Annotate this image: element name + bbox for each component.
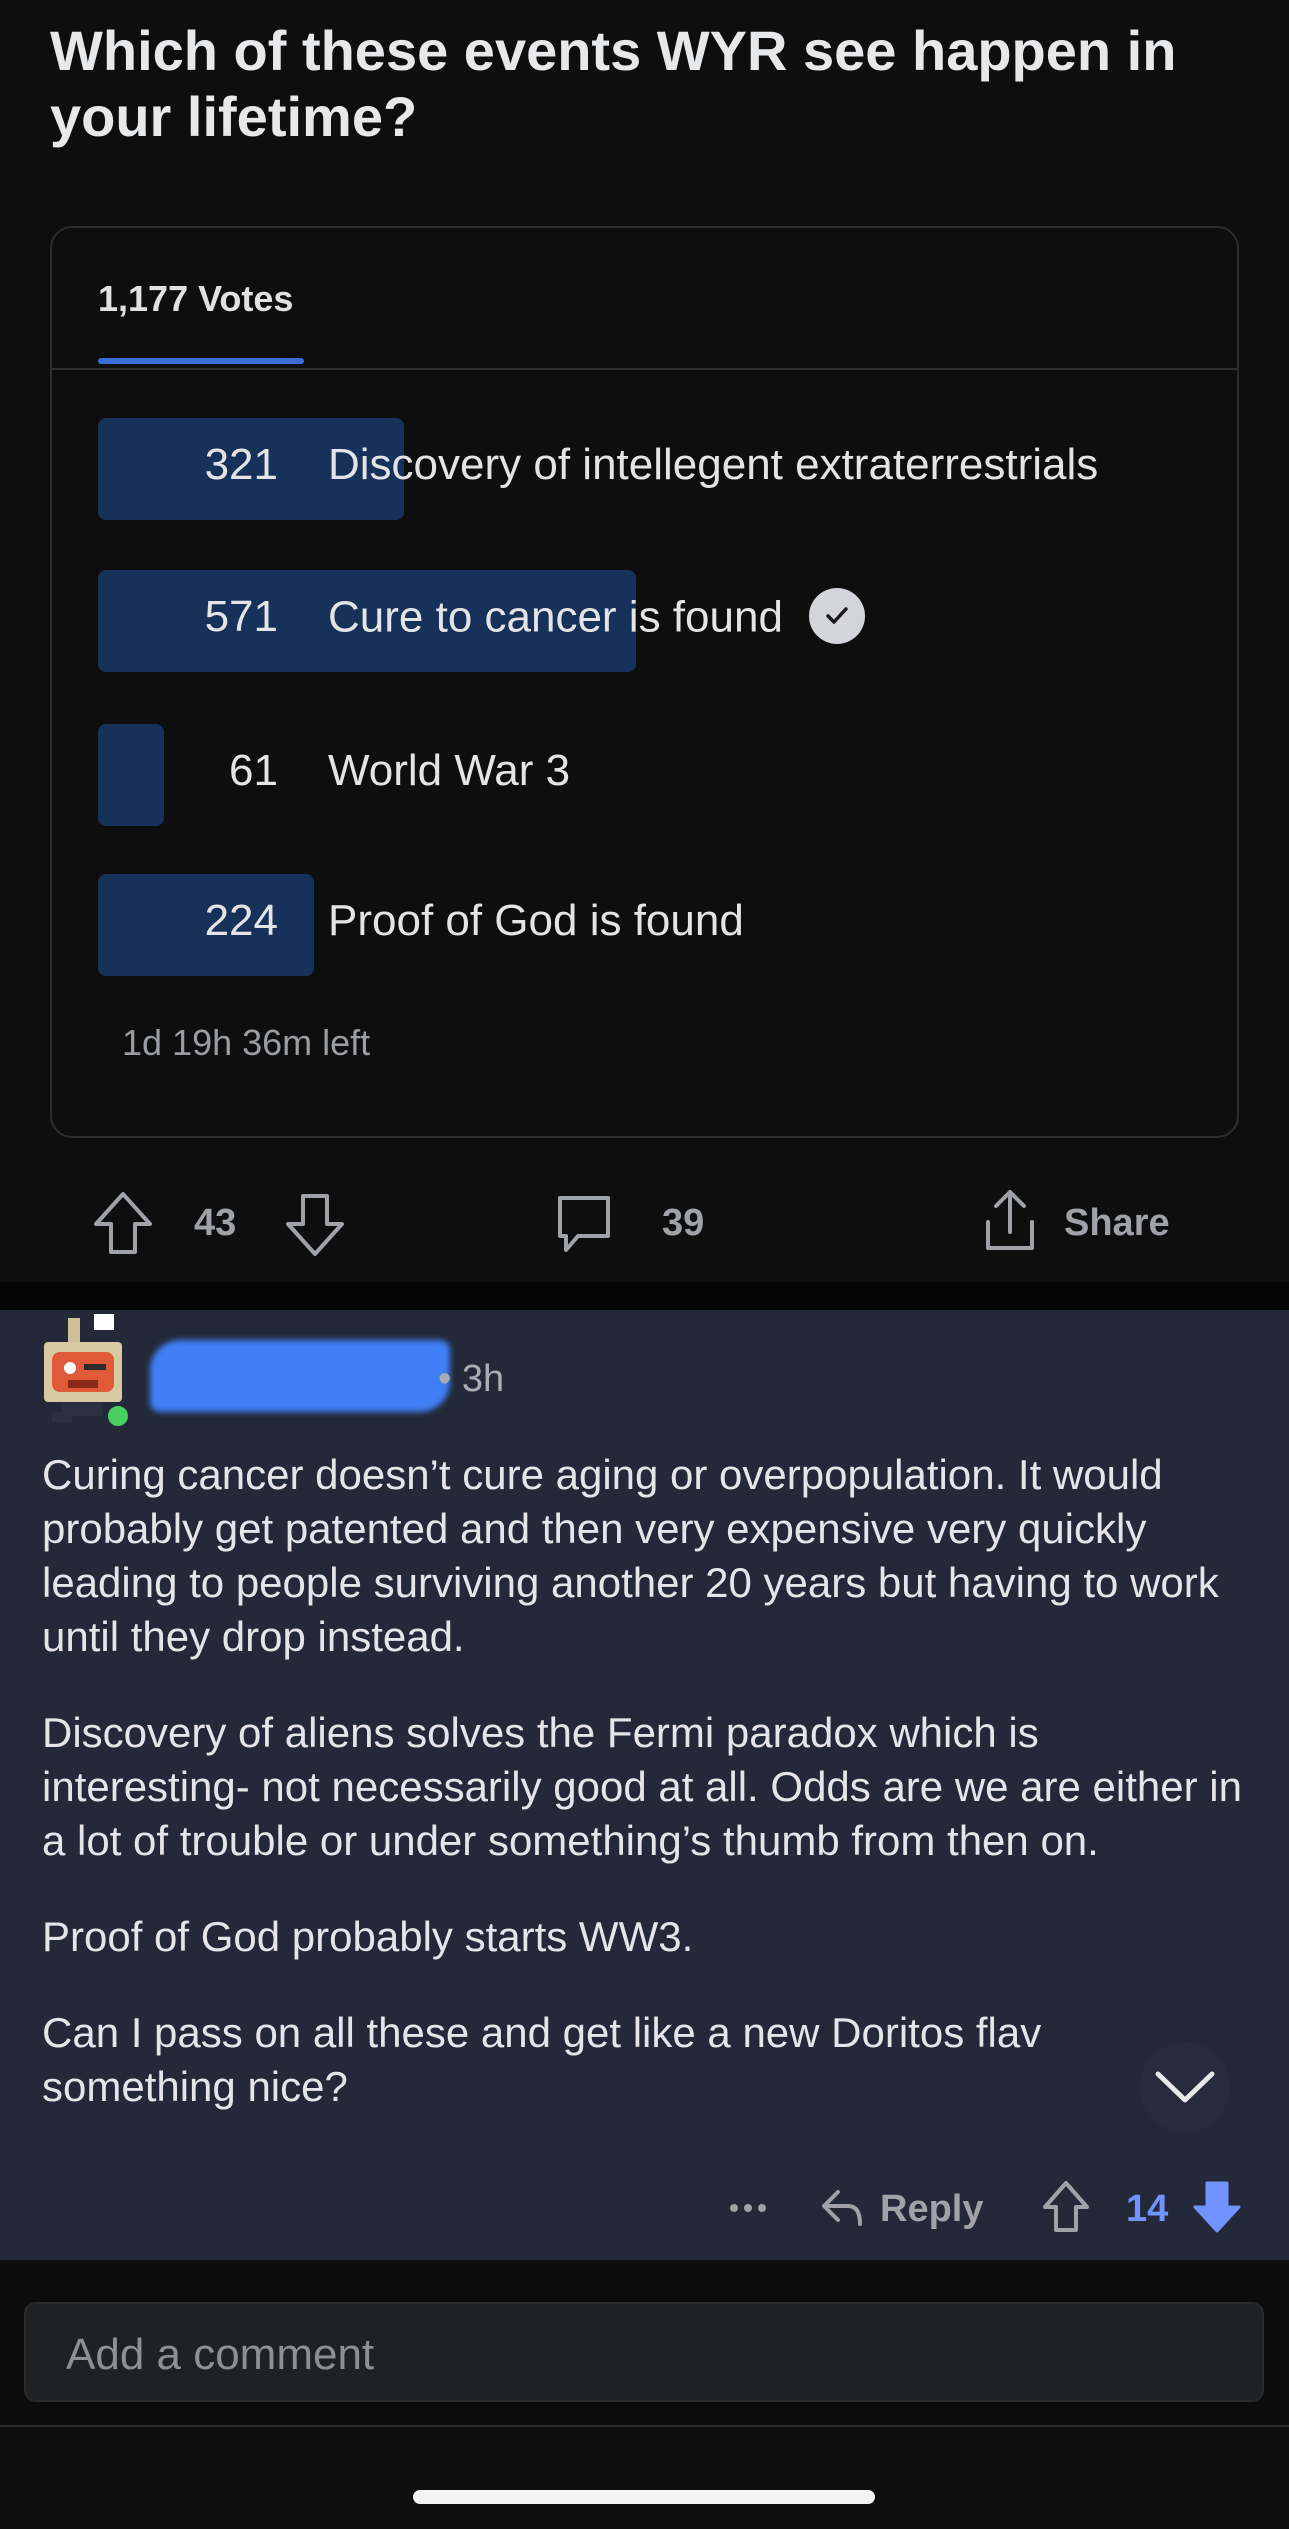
divider — [52, 368, 1237, 370]
reply-icon[interactable] — [818, 2184, 866, 2232]
poll-option-count: 61 — [229, 746, 278, 795]
share-button[interactable]: Share — [1064, 1202, 1170, 1245]
poll-option-1[interactable]: 321 Discovery of intellegent extraterres… — [98, 418, 1178, 520]
poll-option-4[interactable]: 224 Proof of God is found — [98, 874, 1178, 976]
comment-score: 14 — [1126, 2188, 1169, 2230]
poll-option-label: Discovery of intellegent extraterrestria… — [328, 440, 1099, 489]
poll-option-label: World War 3 — [328, 746, 571, 795]
comment-paragraph: Proof of God probably starts WW3. — [42, 1913, 694, 1960]
divider — [0, 2425, 1289, 2427]
comment-count: 39 — [662, 1202, 705, 1244]
comment-body: Curing cancer doesn’t cure aging or over… — [42, 1448, 1252, 2156]
tab-underline — [98, 358, 304, 364]
poll-option-count: 571 — [204, 592, 278, 641]
post-title[interactable]: Which of these events WYR see happen in … — [50, 18, 1230, 150]
checkmark-icon — [808, 588, 865, 644]
poll-votes-tab[interactable]: 1,177 Votes — [98, 278, 293, 320]
poll-option-label: Proof of God is found — [328, 896, 744, 945]
upvote-count: 43 — [194, 1202, 237, 1244]
poll-time-left: 1d 19h 36m left — [122, 1022, 371, 1063]
poll-card: 1,177 Votes 321 Discovery of intellegent… — [50, 226, 1239, 1138]
comment-action-bar: Reply 14 — [0, 2178, 1289, 2242]
poll-option-2[interactable]: 571 Cure to cancer is found — [98, 570, 1178, 672]
comment-paragraph: Curing cancer doesn’t cure aging or over… — [42, 1451, 1219, 1660]
poll-option-3[interactable]: 61 World War 3 — [98, 724, 1178, 826]
home-indicator[interactable] — [413, 2490, 875, 2504]
reply-button[interactable]: Reply — [880, 2188, 983, 2231]
poll-option-label: Cure to cancer is found — [328, 592, 783, 642]
downvote-icon[interactable] — [1192, 2180, 1242, 2234]
poll-option-label-wrap: Cure to cancer is found — [328, 588, 865, 648]
share-icon[interactable] — [980, 1188, 1040, 1254]
online-indicator — [104, 1402, 132, 1430]
poll-option-count: 224 — [204, 896, 278, 945]
username-redacted[interactable] — [150, 1340, 450, 1412]
comment-paragraph: Can I pass on all these and get like a n… — [42, 2009, 1042, 2110]
more-options-icon[interactable] — [728, 2202, 768, 2214]
user-avatar[interactable] — [38, 1312, 132, 1430]
post-section: Which of these events WYR see happen in … — [0, 0, 1289, 1282]
upvote-icon[interactable] — [1042, 2180, 1090, 2234]
collapse-button[interactable] — [1140, 2042, 1230, 2132]
comment-icon[interactable] — [554, 1194, 614, 1256]
upvote-icon[interactable] — [92, 1190, 154, 1256]
post-action-bar: 43 39 Share — [0, 1182, 1289, 1282]
chevron-down-icon — [1155, 2071, 1215, 2103]
comment-paragraph: Discovery of aliens solves the Fermi par… — [42, 1709, 1242, 1864]
add-comment-placeholder: Add a comment — [66, 2330, 375, 2379]
downvote-icon[interactable] — [284, 1192, 346, 1258]
section-separator — [0, 1282, 1289, 1310]
add-comment-input[interactable]: Add a comment — [24, 2302, 1264, 2402]
poll-option-count: 321 — [204, 440, 278, 489]
comment-timestamp: • 3h — [438, 1358, 505, 1400]
